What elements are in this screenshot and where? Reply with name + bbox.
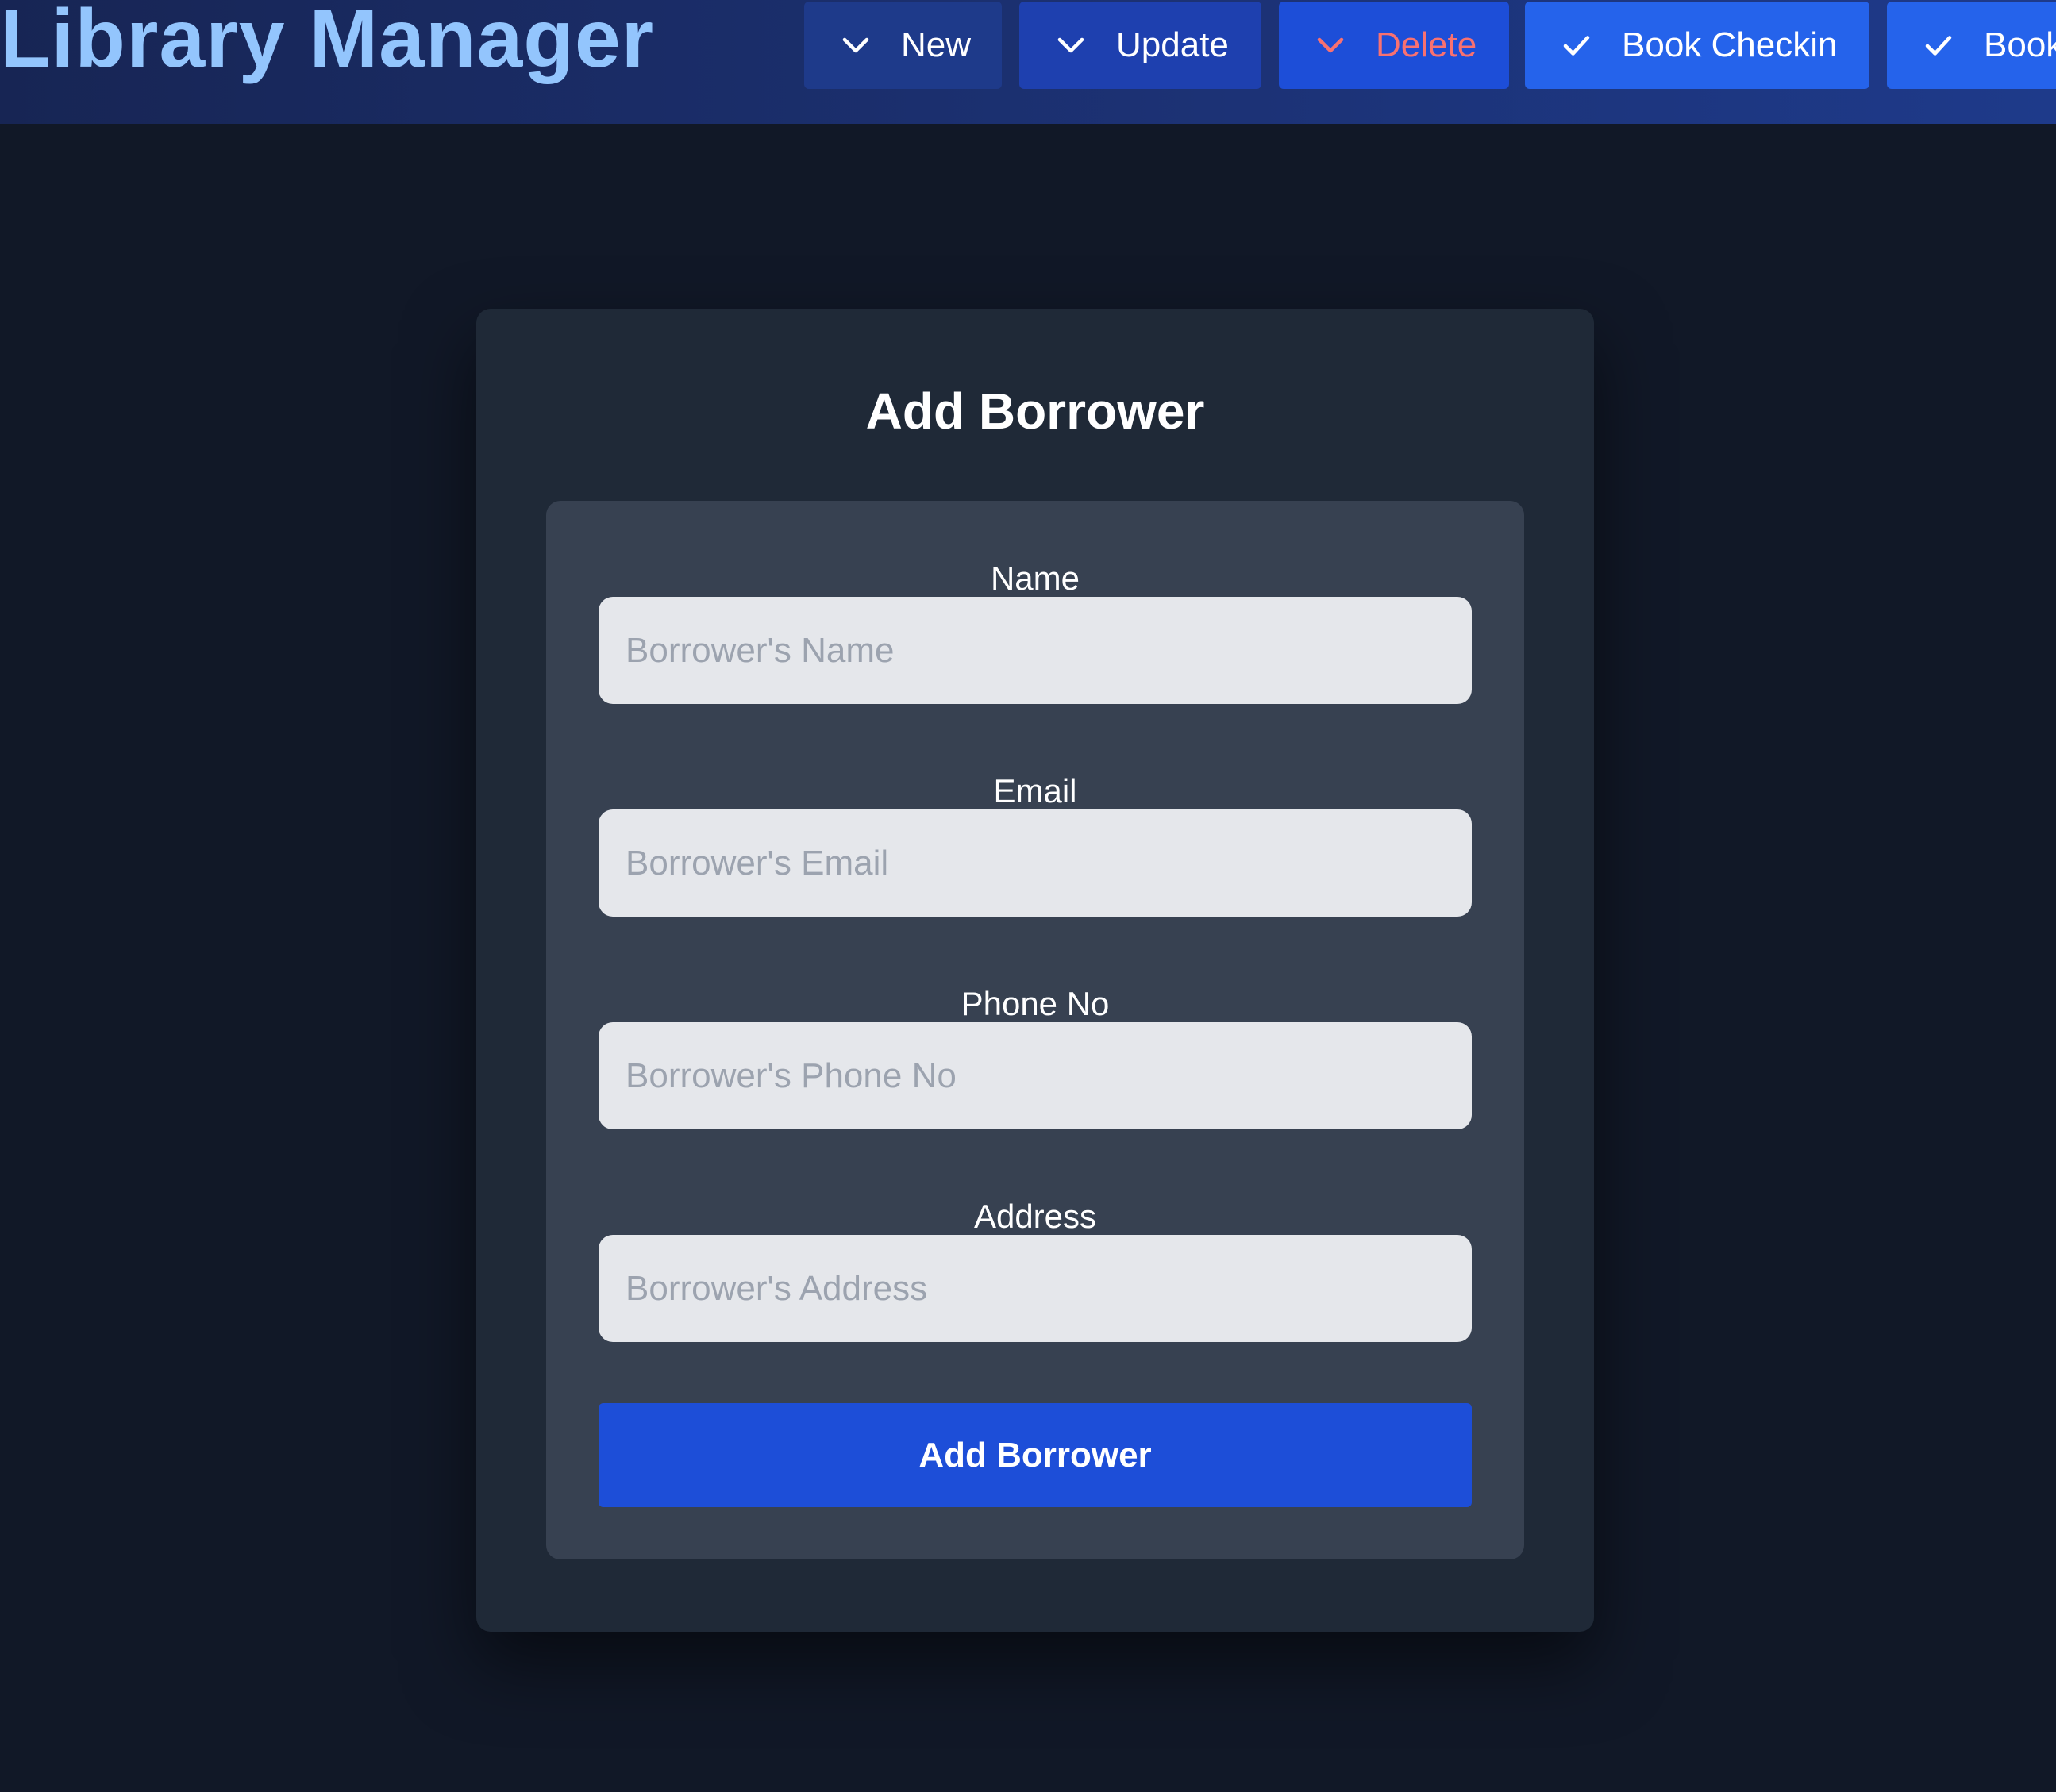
name-input[interactable]: [599, 597, 1472, 704]
chevron-down-icon: [839, 29, 872, 62]
add-borrower-button[interactable]: Add Borrower: [599, 1403, 1472, 1507]
form-title: Add Borrower: [865, 383, 1205, 440]
app-title: Library Manager: [0, 0, 655, 85]
book-checkout-label: Book: [1984, 25, 2056, 64]
update-menu-button[interactable]: Update: [1019, 2, 1261, 89]
top-nav-bar: Library Manager New Update Delete Book C…: [0, 0, 2056, 124]
book-checkout-button[interactable]: Book: [1887, 2, 2056, 89]
check-icon: [1922, 29, 1955, 62]
book-checkin-button[interactable]: Book Checkin: [1525, 2, 1869, 89]
phone-input[interactable]: [599, 1022, 1472, 1129]
new-menu-button[interactable]: New: [804, 2, 1002, 89]
name-label: Name: [990, 560, 1080, 597]
email-label: Email: [993, 772, 1077, 809]
update-menu-label: Update: [1116, 25, 1229, 64]
email-input[interactable]: [599, 809, 1472, 917]
phone-label: Phone No: [961, 985, 1110, 1022]
new-menu-label: New: [901, 25, 972, 64]
delete-menu-label: Delete: [1376, 25, 1477, 64]
check-icon: [1560, 29, 1593, 62]
address-label: Address: [973, 1198, 1097, 1235]
add-borrower-card: Add Borrower Name Email Phone No Address…: [476, 309, 1594, 1632]
book-checkin-label: Book Checkin: [1622, 25, 1838, 64]
delete-menu-button[interactable]: Delete: [1279, 2, 1509, 89]
address-input[interactable]: [599, 1235, 1472, 1342]
borrower-form: Name Email Phone No Address Add Borrower: [546, 501, 1524, 1559]
chevron-down-icon: [1314, 29, 1347, 62]
chevron-down-icon: [1054, 29, 1088, 62]
